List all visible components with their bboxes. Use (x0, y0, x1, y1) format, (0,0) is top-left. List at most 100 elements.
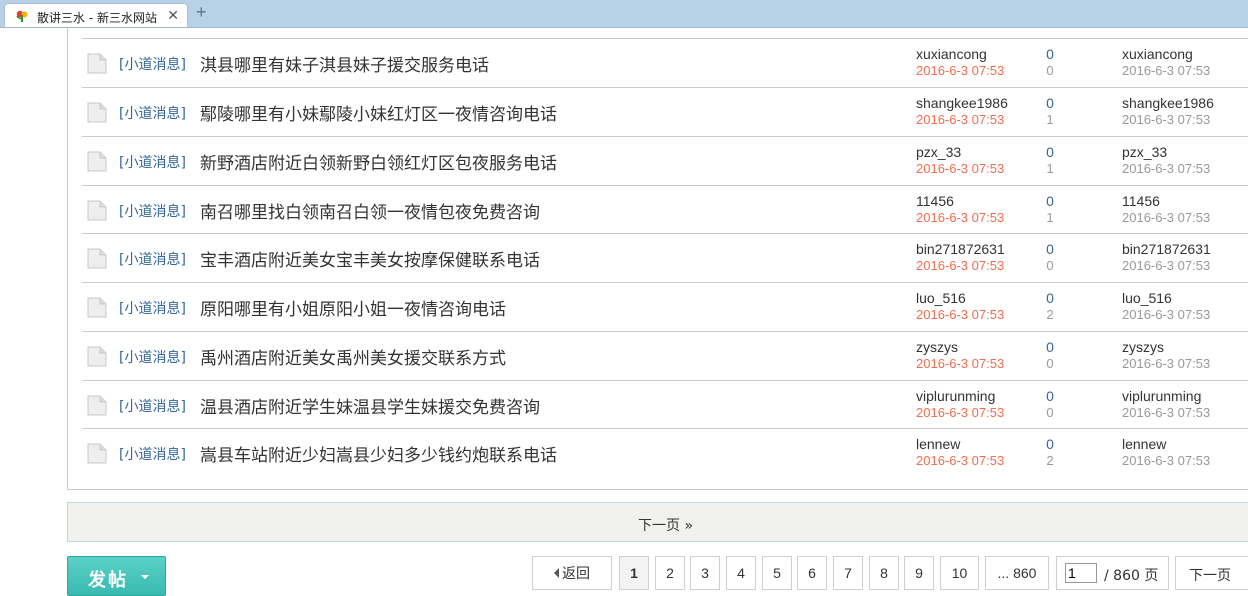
page-link[interactable]: 4 (726, 556, 756, 590)
thread-author[interactable]: pzx_33 (916, 144, 961, 160)
new-post-button[interactable]: 发帖 (67, 556, 166, 596)
dropdown-caret-icon[interactable] (141, 575, 149, 579)
document-icon (87, 395, 107, 416)
thread-views: 0 (1046, 63, 1054, 78)
thread-author[interactable]: shangkee1986 (916, 95, 1008, 111)
page-link[interactable]: 1 (619, 556, 649, 590)
thread-last-post-date[interactable]: 2016-6-3 07:53 (1122, 161, 1210, 176)
thread-date: 2016-6-3 07:53 (916, 161, 1005, 176)
close-tab-icon[interactable]: ✕ (167, 7, 179, 24)
thread-category-link[interactable]: [小道消息] (119, 347, 186, 367)
thread-views: 2 (1046, 453, 1054, 468)
thread-views: 0 (1046, 356, 1054, 371)
thread-author[interactable]: lennew (916, 436, 960, 452)
thread-last-poster[interactable]: shangkee1986 (1122, 95, 1214, 111)
thread-last-post-date[interactable]: 2016-6-3 07:53 (1122, 356, 1210, 371)
thread-last-poster[interactable]: xuxiancong (1122, 46, 1193, 62)
page-link[interactable]: 8 (869, 556, 899, 590)
next-page-bar[interactable]: 下一页 » (67, 502, 1248, 542)
thread-row: [小道消息] 南召哪里找白领南召白领一夜情包夜免费咨询 11456 2016-6-3 … (82, 185, 1248, 234)
thread-last-poster[interactable]: lennew (1122, 436, 1166, 452)
thread-last-poster[interactable]: zyszys (1122, 339, 1164, 355)
next-page-button[interactable]: 下一页 (1175, 556, 1248, 590)
thread-replies[interactable]: 0 (1044, 339, 1056, 355)
page-link[interactable]: 2 (655, 556, 685, 590)
thread-last-poster[interactable]: 11456 (1122, 193, 1160, 209)
thread-category-link[interactable]: [小道消息] (119, 54, 186, 74)
thread-last-post-date[interactable]: 2016-6-3 07:53 (1122, 405, 1210, 420)
browser-tab-strip: 散讲三水 - 新三水网站 ✕ + (0, 0, 1248, 28)
thread-title-link[interactable]: 温县酒店附近学生妹温县学生妹援交免费咨询 (200, 393, 540, 418)
thread-author[interactable]: viplurunming (916, 388, 995, 404)
thread-replies[interactable]: 0 (1044, 241, 1056, 257)
last-page-link[interactable]: ... 860 (985, 556, 1049, 590)
page-jump-input[interactable] (1065, 563, 1097, 583)
thread-last-post-date[interactable]: 2016-6-3 07:53 (1122, 112, 1210, 127)
thread-replies[interactable]: 0 (1044, 436, 1056, 452)
back-button-label: 返回 (562, 566, 590, 582)
thread-category-link[interactable]: [小道消息] (119, 249, 186, 269)
new-tab-icon[interactable]: + (196, 3, 207, 21)
thread-author[interactable]: 11456 (916, 193, 954, 209)
thread-category-link[interactable]: [小道消息] (119, 201, 186, 221)
page-link[interactable]: 7 (833, 556, 863, 590)
thread-row: [小道消息] 温县酒店附近学生妹温县学生妹援交免费咨询 viplurunming 20… (82, 380, 1248, 429)
thread-title-link[interactable]: 淇县哪里有妹子淇县妹子援交服务电话 (200, 51, 489, 76)
page-link[interactable]: 10 (940, 556, 979, 590)
thread-title-link[interactable]: 宝丰酒店附近美女宝丰美女按摩保健联系电话 (200, 246, 540, 271)
thread-title-link[interactable]: 鄢陵哪里有小妹鄢陵小妹红灯区一夜情咨询电话 (200, 100, 557, 125)
document-icon (87, 151, 107, 172)
back-button[interactable]: 返回 (532, 556, 612, 590)
thread-last-poster[interactable]: pzx_33 (1122, 144, 1167, 160)
thread-row: [小道消息] 禹州酒店附近美女禹州美女援交联系方式 zyszys 2016-6-3 0… (82, 331, 1248, 380)
thread-last-post-date[interactable]: 2016-6-3 07:53 (1122, 307, 1210, 322)
thread-replies[interactable]: 0 (1044, 46, 1056, 62)
document-icon (87, 346, 107, 367)
thread-author[interactable]: bin271872631 (916, 241, 1005, 257)
page-link[interactable]: 3 (690, 556, 720, 590)
thread-replies[interactable]: 0 (1044, 388, 1056, 404)
thread-author[interactable]: luo_516 (916, 290, 966, 306)
site-favicon-icon (16, 10, 28, 22)
thread-last-post-date[interactable]: 2016-6-3 07:53 (1122, 63, 1210, 78)
browser-tab[interactable]: 散讲三水 - 新三水网站 ✕ (4, 3, 188, 27)
thread-category-link[interactable]: [小道消息] (119, 103, 186, 123)
thread-title-link[interactable]: 禹州酒店附近美女禹州美女援交联系方式 (200, 344, 506, 369)
thread-date: 2016-6-3 07:53 (916, 210, 1005, 225)
thread-views: 1 (1046, 210, 1054, 225)
next-page-bar-label[interactable]: 下一页 » (638, 515, 693, 535)
thread-views: 0 (1046, 405, 1054, 420)
thread-last-poster[interactable]: luo_516 (1122, 290, 1172, 306)
thread-date: 2016-6-3 07:53 (916, 405, 1005, 420)
page-link[interactable]: 6 (797, 556, 827, 590)
thread-category-link[interactable]: [小道消息] (119, 152, 186, 172)
thread-date: 2016-6-3 07:53 (916, 356, 1005, 371)
thread-last-poster[interactable]: viplurunming (1122, 388, 1201, 404)
thread-author[interactable]: xuxiancong (916, 46, 987, 62)
thread-category-link[interactable]: [小道消息] (119, 444, 186, 464)
page-link[interactable]: 5 (762, 556, 792, 590)
thread-title-link[interactable]: 新野酒店附近白领新野白领红灯区包夜服务电话 (200, 149, 557, 174)
thread-row: [小道消息] 原阳哪里有小姐原阳小姐一夜情咨询电话 luo_516 2016-6-3 … (82, 282, 1248, 331)
thread-views: 0 (1046, 258, 1054, 273)
next-page-button-label: 下一页 (1189, 568, 1231, 584)
thread-author[interactable]: zyszys (916, 339, 958, 355)
page-jump: / 860 页 (1056, 556, 1169, 590)
thread-replies[interactable]: 0 (1044, 290, 1056, 306)
thread-replies[interactable]: 0 (1044, 193, 1056, 209)
document-icon (87, 53, 107, 74)
thread-list: [小道消息] 淇县哪里有妹子淇县妹子援交服务电话 xuxiancong 2016-6-… (67, 28, 1248, 490)
thread-date: 2016-6-3 07:53 (916, 112, 1005, 127)
thread-category-link[interactable]: [小道消息] (119, 298, 186, 318)
thread-replies[interactable]: 0 (1044, 144, 1056, 160)
thread-title-link[interactable]: 南召哪里找白领南召白领一夜情包夜免费咨询 (200, 198, 540, 223)
thread-last-post-date[interactable]: 2016-6-3 07:53 (1122, 453, 1210, 468)
thread-last-post-date[interactable]: 2016-6-3 07:53 (1122, 258, 1210, 273)
thread-last-post-date[interactable]: 2016-6-3 07:53 (1122, 210, 1210, 225)
thread-title-link[interactable]: 嵩县车站附近少妇嵩县少妇多少钱约炮联系电话 (200, 441, 557, 466)
thread-replies[interactable]: 0 (1044, 95, 1056, 111)
thread-last-poster[interactable]: bin271872631 (1122, 241, 1211, 257)
page-link[interactable]: 9 (904, 556, 934, 590)
thread-category-link[interactable]: [小道消息] (119, 396, 186, 416)
thread-title-link[interactable]: 原阳哪里有小姐原阳小姐一夜情咨询电话 (200, 295, 506, 320)
